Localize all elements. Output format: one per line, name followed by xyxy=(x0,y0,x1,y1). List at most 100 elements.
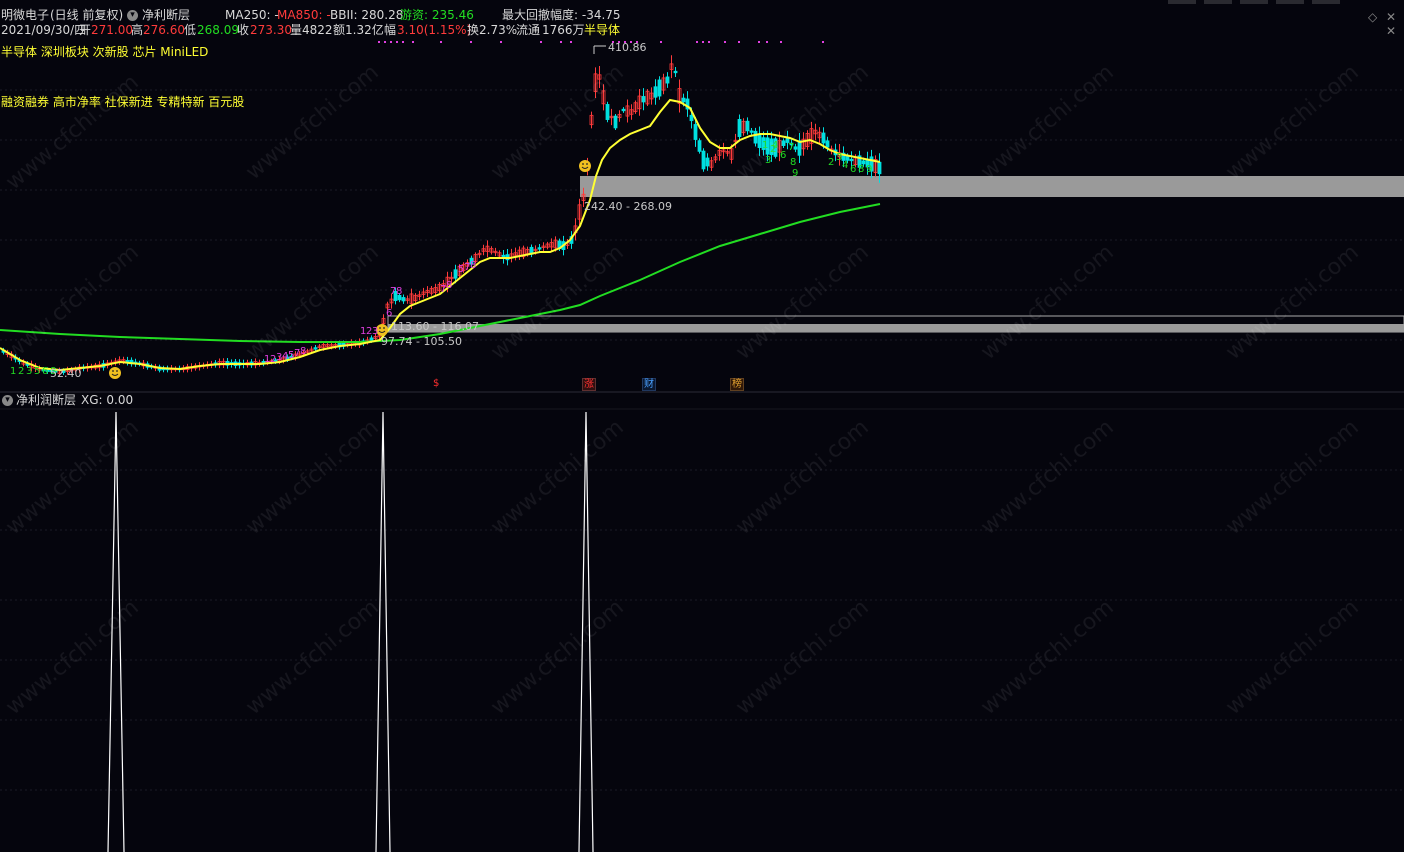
youzi-label: 游资: 235.46 xyxy=(400,8,474,22)
toolbar-button[interactable] xyxy=(1240,0,1268,4)
candle-body xyxy=(681,97,686,103)
candle-body xyxy=(793,146,798,150)
candle-body xyxy=(697,140,702,152)
candle-body xyxy=(401,297,406,302)
event-tag-rise[interactable]: 涨 xyxy=(582,378,596,391)
gap-high-label: 242.40 - 268.09 xyxy=(584,200,672,213)
event-tag-list[interactable]: 榜 xyxy=(730,378,744,391)
td-count-magenta: 1234 578 123 67 8 78 578 xyxy=(264,260,476,365)
amount-value: 1.32亿 xyxy=(345,23,384,37)
concept-tags-line2: 融资融券 高市净率 社保新进 专精特新 百元股 xyxy=(1,95,245,109)
bbii-label: BBII: 280.28 xyxy=(330,8,404,22)
open-label: 开 xyxy=(79,23,92,37)
chevron-down-icon[interactable]: ▾ xyxy=(127,10,138,21)
svg-text:9: 9 xyxy=(866,164,872,175)
stock-name[interactable]: 明微电子 xyxy=(1,8,49,23)
svg-text:3: 3 xyxy=(765,155,771,166)
max-drawdown-label: 最大回撤幅度: -34.75 xyxy=(502,8,621,22)
svg-text:8: 8 xyxy=(470,260,476,271)
svg-text:5: 5 xyxy=(34,366,40,377)
period-label[interactable]: (日线 前复权) xyxy=(50,8,123,23)
sub-panel-title[interactable]: 净利润断层 xyxy=(16,393,76,408)
candle-body xyxy=(665,76,670,84)
svg-text:4: 4 xyxy=(772,140,778,151)
svg-text:8: 8 xyxy=(446,280,452,291)
gap-band-high xyxy=(580,176,1404,197)
svg-text:3: 3 xyxy=(26,366,32,377)
ma850-label: MA850: - xyxy=(277,8,331,22)
close-icon[interactable]: ✕ xyxy=(1386,10,1396,24)
diamond-icon[interactable]: ◇ xyxy=(1368,10,1377,24)
svg-text:3: 3 xyxy=(372,326,378,337)
sector-label: 半导体 xyxy=(584,23,621,37)
volume-label: 量 xyxy=(290,23,303,37)
change-label: 幅 xyxy=(384,23,397,37)
candle-body xyxy=(737,119,742,137)
candle-body xyxy=(821,132,826,144)
change-value: 3.10(1.15%) xyxy=(397,23,472,37)
close-icon[interactable]: ✕ xyxy=(1386,24,1396,38)
toolbar-button[interactable] xyxy=(1204,0,1232,4)
svg-text:7: 7 xyxy=(788,142,794,153)
ma250-label: MA250: - xyxy=(225,8,279,22)
svg-text:4: 4 xyxy=(842,160,848,171)
candle-body xyxy=(701,150,706,170)
svg-text:1: 1 xyxy=(10,366,16,377)
svg-text:8: 8 xyxy=(858,164,864,175)
candle-body xyxy=(613,115,618,129)
low-label: 低 xyxy=(184,23,197,37)
high-label: 高 xyxy=(131,23,144,37)
kline-chart[interactable]: 1 234 6789 2 34 6 89 123568 1234 578 123 67… xyxy=(0,0,1404,852)
event-tag-finance[interactable]: 财 xyxy=(642,378,656,391)
candle-body xyxy=(757,134,762,149)
toolbar-button[interactable] xyxy=(1168,0,1196,4)
candle-body xyxy=(849,158,854,162)
toolbar-button[interactable] xyxy=(1276,0,1304,4)
candle-body xyxy=(621,108,626,112)
svg-text:1: 1 xyxy=(762,140,768,151)
candle-body xyxy=(537,247,542,250)
smiley-icon xyxy=(579,160,591,172)
svg-text:8: 8 xyxy=(790,157,796,168)
svg-text:8: 8 xyxy=(396,286,402,297)
xg-value-label: XG: 0.00 xyxy=(81,393,134,407)
candle-body xyxy=(653,86,658,98)
candle-body xyxy=(313,347,318,350)
svg-text:2: 2 xyxy=(828,157,834,168)
concept-tags-line1: 半导体 深圳板块 次新股 芯片 MiniLED xyxy=(1,45,209,59)
candle-body xyxy=(453,269,458,279)
turnover-label: 换 xyxy=(467,23,480,37)
turnover-value: 2.73% xyxy=(479,23,518,37)
candle-body xyxy=(749,130,754,133)
svg-text:9: 9 xyxy=(792,168,798,179)
candle-body xyxy=(689,114,694,122)
candle-body xyxy=(673,70,678,74)
low-price-label: 52.40 xyxy=(50,367,82,380)
candle-body xyxy=(693,124,698,140)
svg-text:6: 6 xyxy=(780,150,786,161)
candle-body xyxy=(877,161,882,175)
peak-price-label: 410.86 xyxy=(608,41,647,54)
candle-body xyxy=(825,140,830,148)
gap-mid-label: 113.60 - 116.07 xyxy=(391,320,479,333)
high-value: 276.60 xyxy=(143,23,185,37)
open-value: 271.00 xyxy=(91,23,133,37)
svg-text:6: 6 xyxy=(42,366,48,377)
gap-low-label: 97.74 - 105.50 xyxy=(381,335,462,348)
signal-dots xyxy=(378,41,824,43)
candle-body xyxy=(753,130,758,144)
svg-text:2: 2 xyxy=(18,366,24,377)
chevron-down-icon[interactable]: ▾ xyxy=(2,395,13,406)
close-value: 273.30 xyxy=(250,23,292,37)
close-label: 收 xyxy=(237,23,250,37)
quote-date: 2021/09/30/四 xyxy=(1,23,87,37)
event-tag-dollar[interactable]: $ xyxy=(432,378,440,389)
candle-body xyxy=(781,140,786,146)
low-value: 268.09 xyxy=(197,23,239,37)
gap-band-mid xyxy=(388,324,1404,332)
indicator-name[interactable]: 净利断层 xyxy=(142,8,190,23)
volume-value: 4822 xyxy=(302,23,333,37)
toolbar-button[interactable] xyxy=(1312,0,1340,4)
candle-body xyxy=(605,104,610,120)
candle-body xyxy=(745,120,750,132)
